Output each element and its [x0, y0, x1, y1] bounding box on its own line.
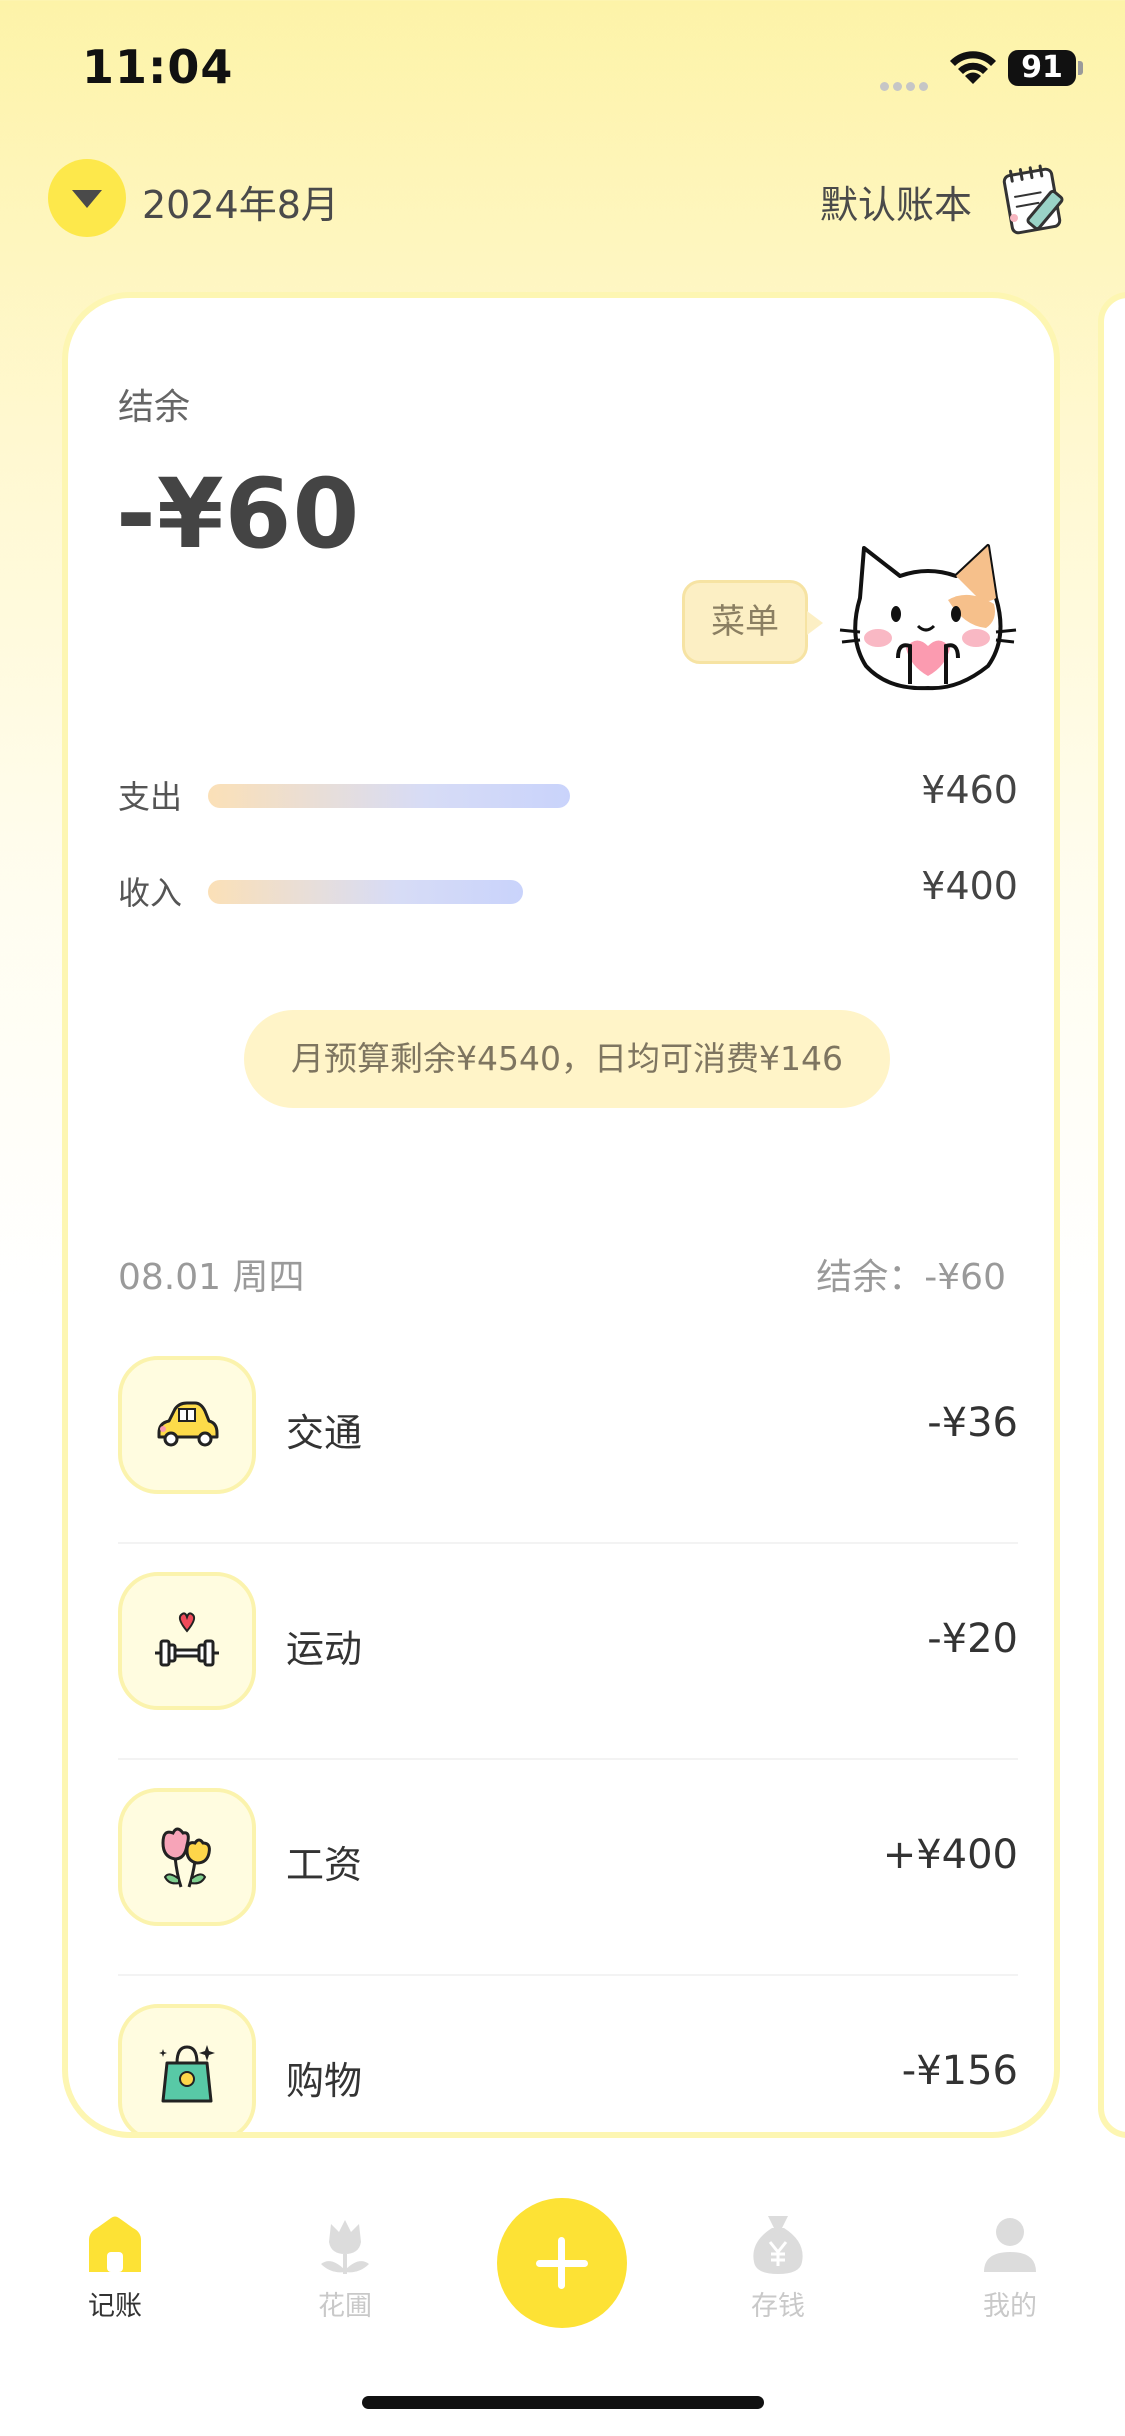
expense-bar: [208, 784, 570, 808]
chevron-down-icon: [72, 190, 102, 208]
expense-label: 支出: [118, 778, 183, 816]
add-record-button[interactable]: [497, 2198, 627, 2328]
ledger-name[interactable]: 默认账本: [820, 174, 972, 229]
income-bar: [208, 880, 523, 904]
day-date: 08.01 周四: [118, 1257, 305, 1298]
status-bar: 11:04 91: [0, 0, 1125, 140]
month-label[interactable]: 2024年8月: [142, 174, 339, 229]
home-indicator[interactable]: [362, 2396, 764, 2409]
battery-icon: 91: [1008, 50, 1076, 86]
transaction-amount: -¥36: [927, 1400, 1018, 1446]
balance-label: 结余: [118, 387, 191, 428]
budget-note[interactable]: 月预算剩余¥4540，日均可消费¥146: [244, 1010, 890, 1108]
income-label: 收入: [118, 874, 183, 912]
transaction-row[interactable]: 工资 +¥400: [118, 1760, 1018, 1976]
home-icon: [89, 2216, 141, 2272]
tab-garden[interactable]: 花圃: [275, 2210, 415, 2340]
tab-bar: 记账 花圃 存钱 我的: [0, 2160, 1125, 2436]
day-balance: 结余：-¥60: [816, 1257, 1006, 1298]
tab-profile[interactable]: 我的: [940, 2210, 1080, 2340]
transaction-category: 运动: [286, 1627, 363, 1671]
profile-icon: [984, 2218, 1036, 2272]
menu-bubble-button[interactable]: 菜单: [682, 580, 823, 664]
battery-tip: [1078, 61, 1083, 75]
flower-icon: [161, 1827, 211, 1888]
dumbbell-icon: [155, 1612, 219, 1667]
cat-mascot-icon[interactable]: [838, 538, 1018, 698]
transaction-category: 交通: [286, 1411, 363, 1455]
transaction-amount: +¥400: [882, 1832, 1018, 1878]
transaction-category: 购物: [286, 2059, 363, 2103]
transaction-category: 工资: [286, 1843, 363, 1887]
summary-card: 结余 -¥60 菜单 支出 ¥460 收入 ¥400 月预算剩余¥4540，日均…: [62, 292, 1060, 2138]
expense-row: 支出 ¥460: [118, 768, 1018, 818]
category-icon-box: [118, 1572, 256, 1710]
transaction-amount: -¥156: [901, 2048, 1018, 2094]
wifi-icon: [950, 51, 996, 84]
car-icon: [157, 1401, 219, 1447]
tab-label: 存钱: [751, 2291, 805, 2322]
category-icon-box: [118, 2004, 256, 2132]
status-time: 11:04: [82, 40, 234, 94]
transaction-row[interactable]: 交通 -¥36: [118, 1328, 1018, 1544]
money-bag-icon: [753, 2216, 803, 2274]
cellular-signal-icon: [880, 76, 936, 91]
tab-label: 记账: [88, 2291, 142, 2322]
shopping-bag-icon: [159, 2045, 215, 2103]
tab-label: 花圃: [318, 2291, 372, 2322]
month-picker-button[interactable]: [48, 159, 126, 237]
transaction-amount: -¥20: [927, 1616, 1018, 1662]
tab-bookkeeping[interactable]: 记账: [45, 2210, 185, 2340]
tulip-icon: [321, 2220, 369, 2274]
transaction-row[interactable]: 运动 -¥20: [118, 1544, 1018, 1760]
notebook-pencil-icon[interactable]: [998, 156, 1078, 236]
category-icon-box: [118, 1356, 256, 1494]
transaction-row[interactable]: 购物 -¥156: [118, 1976, 1018, 2132]
income-value: ¥400: [921, 864, 1018, 908]
expense-value: ¥460: [921, 768, 1018, 812]
tab-label: 我的: [983, 2291, 1037, 2322]
income-row: 收入 ¥400: [118, 864, 1018, 914]
category-icon-box: [118, 1788, 256, 1926]
balance-value: -¥60: [116, 458, 361, 570]
next-card-peek[interactable]: [1098, 292, 1125, 2138]
tab-savings[interactable]: 存钱: [708, 2210, 848, 2340]
